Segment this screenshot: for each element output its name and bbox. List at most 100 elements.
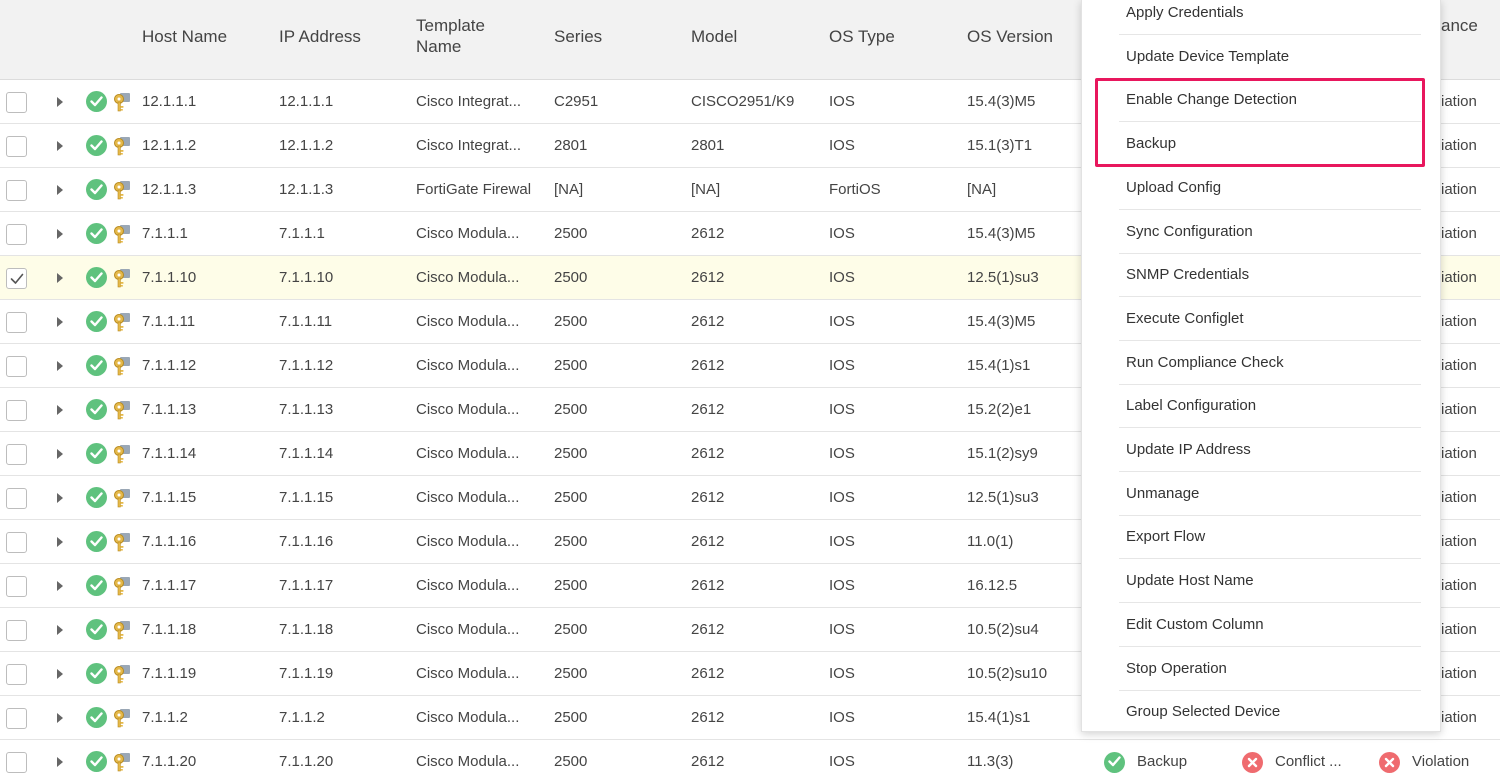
row-checkbox[interactable] (6, 576, 27, 597)
menu-item-stop-operation[interactable]: Stop Operation (1119, 647, 1421, 691)
col-ip-address[interactable]: IP Address (279, 26, 361, 47)
menu-item-enable-change-detection[interactable]: Enable Change Detection (1119, 78, 1421, 123)
col-compliance[interactable]: ance (1441, 16, 1478, 36)
caret-right-icon[interactable] (57, 625, 63, 635)
caret-right-icon[interactable] (57, 493, 63, 503)
cell-compliance-partial: iation (1441, 665, 1477, 682)
cell-series: 2500 (554, 313, 588, 330)
row-checkbox[interactable] (6, 752, 27, 773)
row-checkbox[interactable] (6, 488, 27, 509)
row-checkbox[interactable] (6, 532, 27, 553)
cell-os-version: 15.4(1)s1 (967, 357, 1031, 374)
caret-right-icon[interactable] (57, 449, 63, 459)
col-template-name[interactable]: Template Name (416, 15, 526, 57)
row-checkbox[interactable] (6, 708, 27, 729)
menu-item-update-device-template[interactable]: Update Device Template (1119, 35, 1421, 79)
menu-item-export-flow[interactable]: Export Flow (1119, 515, 1421, 560)
cell-model: 2612 (691, 577, 725, 594)
cell-template: Cisco Modula... (416, 269, 520, 286)
col-os-type[interactable]: OS Type (829, 26, 895, 47)
cell-os-type: IOS (829, 401, 855, 418)
caret-right-icon[interactable] (57, 537, 63, 547)
row-checkbox[interactable] (6, 312, 27, 333)
cell-compliance-partial: iation (1441, 489, 1477, 506)
caret-right-icon[interactable] (57, 581, 63, 591)
row-checkbox[interactable] (6, 92, 27, 113)
col-series[interactable]: Series (554, 26, 602, 47)
menu-item-group-selected-device[interactable]: Group Selected Device (1119, 690, 1421, 734)
cell-model: 2612 (691, 313, 725, 330)
cell-os-type: IOS (829, 313, 855, 330)
row-checkbox[interactable] (6, 620, 27, 641)
cell-ip: 7.1.1.13 (279, 401, 334, 418)
row-checkbox[interactable] (6, 224, 27, 245)
cell-series: 2500 (554, 621, 588, 638)
menu-item-unmanage[interactable]: Unmanage (1119, 472, 1421, 516)
cell-host: 7.1.1.1 (142, 225, 188, 242)
row-checkbox[interactable] (6, 268, 27, 289)
key-icon (113, 268, 131, 288)
cell-model: 2612 (691, 225, 725, 242)
cell-model: 2612 (691, 533, 725, 550)
col-host-name[interactable]: Host Name (142, 26, 227, 47)
caret-right-icon[interactable] (57, 405, 63, 415)
cell-ip: 7.1.1.12 (279, 357, 334, 374)
caret-right-icon[interactable] (57, 317, 63, 327)
cell-model: 2612 (691, 357, 725, 374)
row-checkbox[interactable] (6, 664, 27, 685)
cell-os-version: 15.1(3)T1 (967, 137, 1033, 154)
cell-os-version: 15.2(2)e1 (967, 401, 1032, 418)
caret-right-icon[interactable] (57, 757, 63, 767)
caret-right-icon[interactable] (57, 141, 63, 151)
cell-ip: 7.1.1.10 (279, 269, 334, 286)
cell-series: 2500 (554, 709, 588, 726)
table-row[interactable]: 7.1.1.20 7.1.1.20 Cisco Modula... 2500 2612 I… (0, 740, 1500, 783)
caret-right-icon[interactable] (57, 273, 63, 283)
check-circle-icon (86, 135, 107, 156)
cell-host: 7.1.1.17 (142, 577, 197, 594)
col-model[interactable]: Model (691, 26, 737, 47)
row-checkbox[interactable] (6, 400, 27, 421)
menu-item-update-ip-address[interactable]: Update IP Address (1119, 428, 1421, 472)
row-checkbox[interactable] (6, 356, 27, 377)
backup-status: Backup (1104, 740, 1187, 783)
menu-item-execute-configlet[interactable]: Execute Configlet (1119, 297, 1421, 341)
cell-os-version: 12.5(1)su3 (967, 269, 1039, 286)
cell-os-version: 11.0(1) (967, 533, 1014, 550)
caret-right-icon[interactable] (57, 713, 63, 723)
cell-ip: 7.1.1.11 (279, 313, 333, 330)
caret-right-icon[interactable] (57, 669, 63, 679)
cell-series: 2500 (554, 753, 588, 770)
cell-os-type: IOS (829, 621, 855, 638)
caret-right-icon[interactable] (57, 229, 63, 239)
menu-item-edit-custom-column[interactable]: Edit Custom Column (1119, 603, 1421, 647)
menu-item-snmp-credentials[interactable]: SNMP Credentials (1119, 253, 1421, 298)
caret-right-icon[interactable] (57, 361, 63, 371)
menu-item-backup[interactable]: Backup (1119, 122, 1421, 167)
check-circle-icon (86, 91, 107, 112)
caret-right-icon[interactable] (57, 97, 63, 107)
menu-item-sync-configuration[interactable]: Sync Configuration (1119, 210, 1421, 254)
menu-item-run-compliance-check[interactable]: Run Compliance Check (1119, 341, 1421, 385)
row-checkbox[interactable] (6, 136, 27, 157)
check-circle-icon (1104, 752, 1125, 773)
cell-os-type: IOS (829, 577, 855, 594)
cell-os-version: 16.12.5 (967, 577, 1018, 594)
cell-compliance-partial: iation (1441, 401, 1477, 418)
cell-os-version: 15.4(3)M5 (967, 93, 1036, 110)
cell-host: 7.1.1.19 (142, 665, 197, 682)
key-icon (113, 664, 131, 684)
row-checkbox[interactable] (6, 180, 27, 201)
cell-ip: 7.1.1.20 (279, 753, 334, 770)
col-os-version[interactable]: OS Version (967, 26, 1053, 47)
menu-item-label-configuration[interactable]: Label Configuration (1119, 384, 1421, 429)
menu-item-apply-credentials[interactable]: Apply Credentials (1119, 0, 1421, 35)
cell-host: 7.1.1.10 (142, 269, 197, 286)
menu-item-upload-config[interactable]: Upload Config (1119, 166, 1421, 210)
violation-status: Violation (1379, 740, 1469, 783)
cell-os-type: IOS (829, 93, 855, 110)
row-checkbox[interactable] (6, 444, 27, 465)
caret-right-icon[interactable] (57, 185, 63, 195)
menu-item-update-host-name[interactable]: Update Host Name (1119, 559, 1421, 604)
cell-ip: 12.1.1.2 (279, 137, 334, 154)
